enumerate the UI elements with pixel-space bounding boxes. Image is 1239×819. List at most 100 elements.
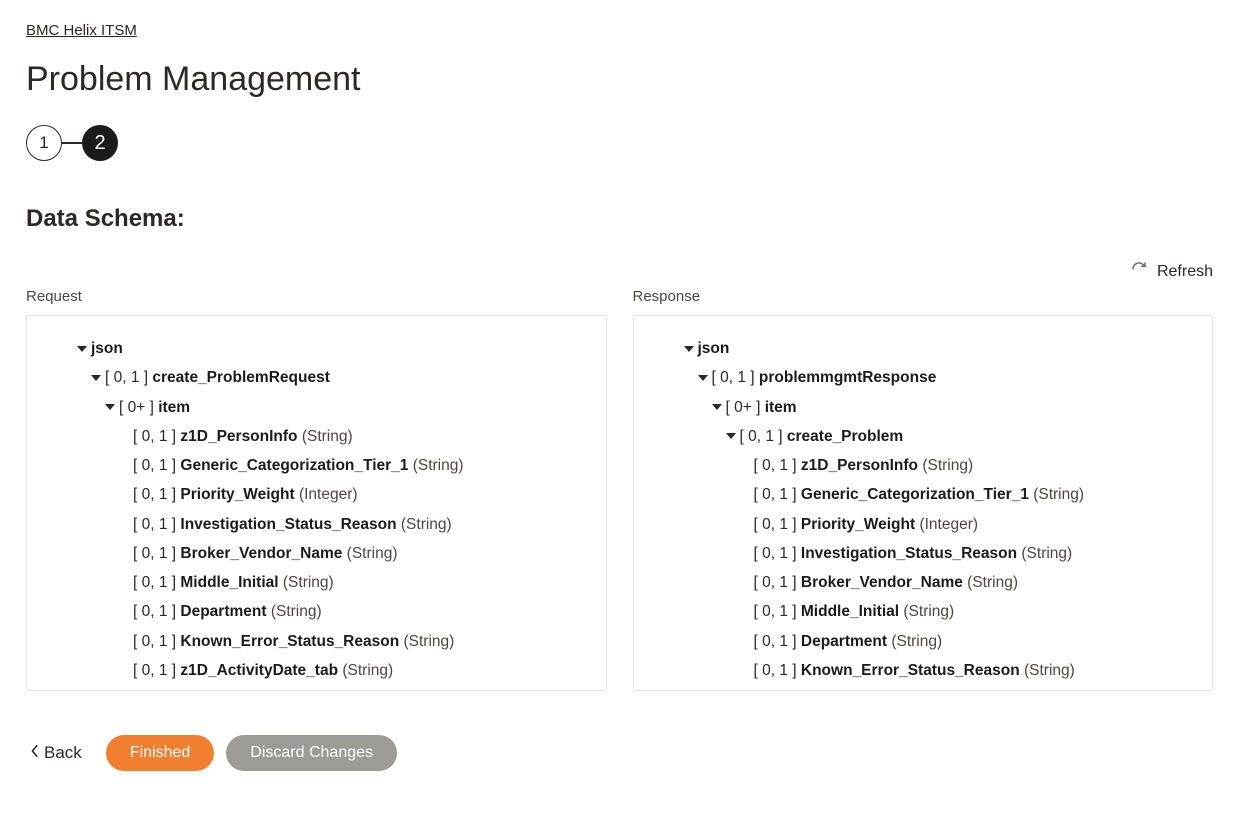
schema-field-name: z1D_PersonInfo [180,428,297,445]
schema-field-type: (String) [408,457,463,474]
chevron-down-icon[interactable] [708,401,726,413]
schema-row[interactable]: [ 0, 1 ] problemmgmtResponse [644,363,1203,392]
schema-field-name: Generic_Categorization_Tier_1 [801,486,1029,503]
schema-row-text: [ 0, 1 ] Generic_Categorization_Tier_1 (… [754,483,1085,506]
schema-row[interactable]: [ 0, 1 ] z1D_PersonInfo (String) [644,451,1203,480]
request-schema-box[interactable]: json [ 0, 1 ] create_ProblemRequest [ 0+ ]… [26,315,607,691]
schema-row-text: [ 0, 1 ] z1D_PersonInfo (String) [754,454,974,477]
schema-cardinality: [ 0, 1 ] [754,486,801,503]
schema-field-name: Known_Error_Status_Reason [801,662,1020,679]
schema-cardinality: [ 0, 1 ] [133,486,180,503]
chevron-down-icon[interactable] [101,401,119,413]
schema-field-name: Broker_Vendor_Name [180,545,342,562]
schema-field-name: Priority_Weight [801,516,915,533]
schema-field-name: problemmgmtResponse [759,369,936,386]
schema-row[interactable]: [ 0, 1 ] Middle_Initial (String) [644,597,1203,626]
page-title: Problem Management [26,60,1213,99]
schema-cardinality: [ 0, 1 ] [740,428,787,445]
schema-row[interactable]: [ 0, 1 ] z1D_PersonInfo (String) [37,422,596,451]
schema-field-type: (String) [298,428,353,445]
schema-cardinality: [ 0+ ] [726,399,765,416]
schema-row[interactable]: [ 0, 1 ] z1D_ActivityDate_tab (String) [37,656,596,685]
schema-row[interactable]: [ 0, 1 ] create_Problem [644,422,1203,451]
refresh-button[interactable]: Refresh [26,261,1213,282]
schema-row[interactable]: [ 0, 1 ] Department (String) [644,627,1203,656]
schema-row[interactable]: [ 0, 1 ] Known_Error_Status_Reason (Stri… [644,656,1203,685]
chevron-down-icon[interactable] [87,372,105,384]
schema-row-text: json [698,337,730,360]
schema-row[interactable]: json [644,334,1203,363]
breadcrumb: BMC Helix ITSM [26,22,1213,40]
schema-row-text: [ 0, 1 ] Investigation_Status_Reason (St… [133,513,452,536]
schema-row[interactable]: [ 0, 1 ] Middle_Initial (String) [37,568,596,597]
schema-cardinality: [ 0, 1 ] [754,633,801,650]
schema-field-name: Priority_Weight [180,486,294,503]
schema-row-text: [ 0, 1 ] Generic_Categorization_Tier_1 (… [133,454,464,477]
discard-changes-button[interactable]: Discard Changes [226,735,397,771]
schema-row[interactable]: [ 0, 1 ] Generic_Categorization_Tier_1 (… [37,451,596,480]
back-button[interactable]: Back [26,737,94,769]
schema-field-type: (String) [1020,662,1075,679]
schema-field-type: (String) [267,603,322,620]
breadcrumb-link[interactable]: BMC Helix ITSM [26,22,137,39]
section-title: Data Schema: [26,205,1213,233]
schema-cardinality: [ 0, 1 ] [133,603,180,620]
schema-field-type: (String) [918,457,973,474]
schema-row-text: [ 0, 1 ] create_ProblemRequest [105,366,330,389]
schema-row[interactable]: [ 0, 1 ] Known_Error_Status_Reason (Stri… [37,627,596,656]
schema-row-text: [ 0, 1 ] Priority_Weight (Integer) [754,513,979,536]
schema-row-text: [ 0, 1 ] Middle_Initial (String) [754,600,955,623]
step-2[interactable]: 2 [82,125,118,161]
schema-row[interactable]: [ 0, 1 ] Investigation_Status_Reason (St… [37,510,596,539]
schema-row-text: [ 0, 1 ] z1D_ActivityDate_tab (String) [133,659,393,682]
schema-row-text: [ 0, 1 ] z1D_PersonInfo (String) [133,425,353,448]
schema-field-type: (String) [338,662,393,679]
request-label: Request [26,288,607,305]
refresh-label: Refresh [1157,263,1213,281]
schema-row[interactable]: [ 0, 1 ] Priority_Weight (Integer) [644,510,1203,539]
schema-row[interactable]: [ 0, 1 ] Department (String) [37,597,596,626]
schema-cardinality: [ 0, 1 ] [133,574,180,591]
schema-field-name: create_ProblemRequest [152,369,329,386]
schema-row[interactable]: [ 0+ ] item [37,393,596,422]
schema-cardinality: [ 0, 1 ] [754,516,801,533]
step-1[interactable]: 1 [26,125,62,161]
schema-cardinality: [ 0, 1 ] [105,369,152,386]
chevron-down-icon[interactable] [694,372,712,384]
schema-field-name: create_Problem [787,428,903,445]
schema-row[interactable]: [ 0, 1 ] Generic_Categorization_Tier_1 (… [644,480,1203,509]
schema-row-text: [ 0, 1 ] Known_Error_Status_Reason (Stri… [133,630,454,653]
response-schema-box[interactable]: json[ 0, 1 ] problemmgmtResponse[ 0+ ] i… [633,315,1214,691]
schema-cardinality: [ 0, 1 ] [133,457,180,474]
schema-cardinality: [ 0, 1 ] [133,516,180,533]
schema-field-type: (String) [279,574,334,591]
schema-field-type: (Integer) [915,516,978,533]
schema-row[interactable]: [ 0, 1 ] create_ProblemRequest [37,363,596,392]
schema-field-name: json [698,340,730,357]
schema-row-text: [ 0, 1 ] Department (String) [754,630,943,653]
chevron-down-icon[interactable] [680,343,698,355]
chevron-down-icon[interactable] [73,343,91,355]
schema-row[interactable]: [ 0, 1 ] Broker_Vendor_Name (String) [644,568,1203,597]
schema-field-name: item [158,399,190,416]
schema-field-type: (String) [899,603,954,620]
schema-row[interactable]: [ 0, 1 ] Priority_Weight (Integer) [37,480,596,509]
schema-cardinality: [ 0, 1 ] [754,457,801,474]
schema-row-text: [ 0, 1 ] Investigation_Status_Reason (St… [754,542,1073,565]
schema-row[interactable]: [ 0, 1 ] Investigation_Status_Reason (St… [644,539,1203,568]
schema-field-name: Generic_Categorization_Tier_1 [180,457,408,474]
schema-field-type: (String) [887,633,942,650]
schema-row[interactable]: json [37,334,596,363]
schema-field-name: z1D_ActivityDate_tab [180,662,338,679]
schema-field-type: (String) [963,574,1018,591]
schema-field-type: (String) [397,516,452,533]
schema-row-text: [ 0+ ] item [119,396,190,419]
schema-row[interactable]: [ 0+ ] item [644,393,1203,422]
chevron-down-icon[interactable] [722,430,740,442]
chevron-left-icon [30,743,40,763]
finished-button[interactable]: Finished [106,735,214,771]
schema-row[interactable]: [ 0, 1 ] Broker_Vendor_Name (String) [37,539,596,568]
schema-field-type: (String) [399,633,454,650]
schema-field-name: Middle_Initial [180,574,278,591]
schema-cardinality: [ 0+ ] [119,399,158,416]
